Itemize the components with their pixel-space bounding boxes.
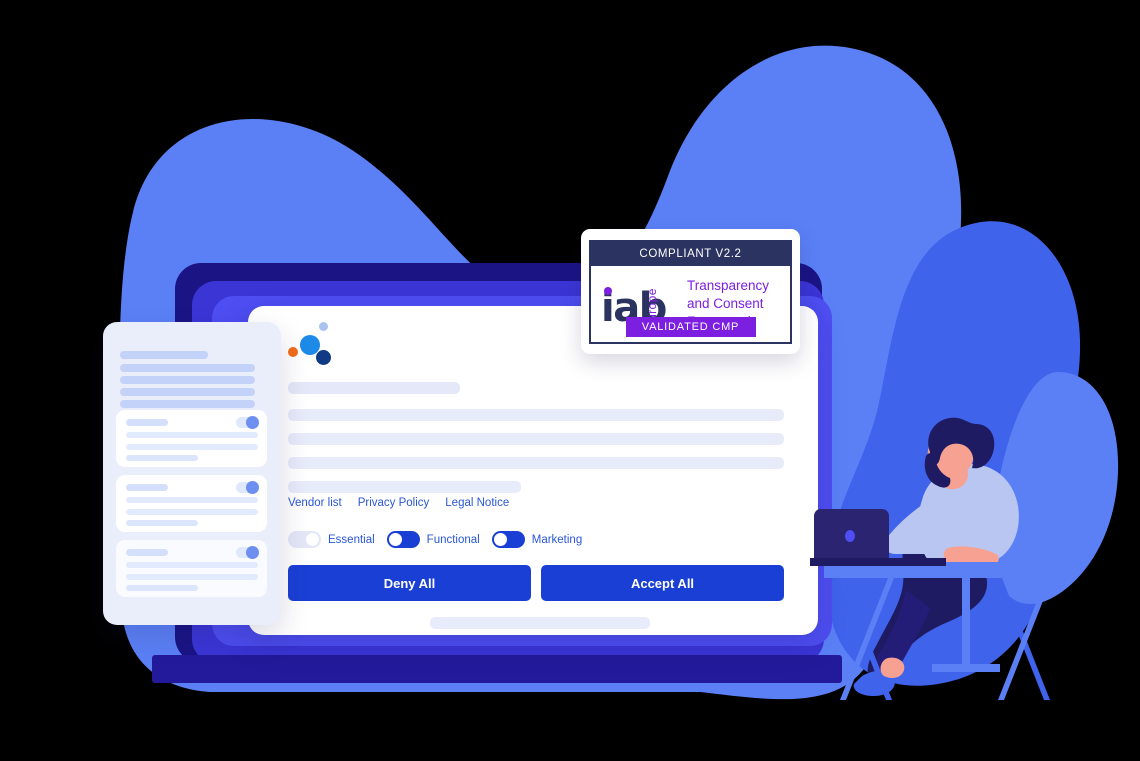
laptop-base xyxy=(810,558,946,566)
desk-center-foot xyxy=(932,664,1000,672)
person-at-desk-illustration xyxy=(810,417,1060,700)
laptop-camera-icon xyxy=(845,530,855,542)
person-foot xyxy=(880,657,905,678)
desk-center-support xyxy=(962,578,970,668)
illustration-canvas: Vendor list Privacy Policy Legal Notice … xyxy=(0,0,1140,761)
person-arm xyxy=(885,500,943,554)
